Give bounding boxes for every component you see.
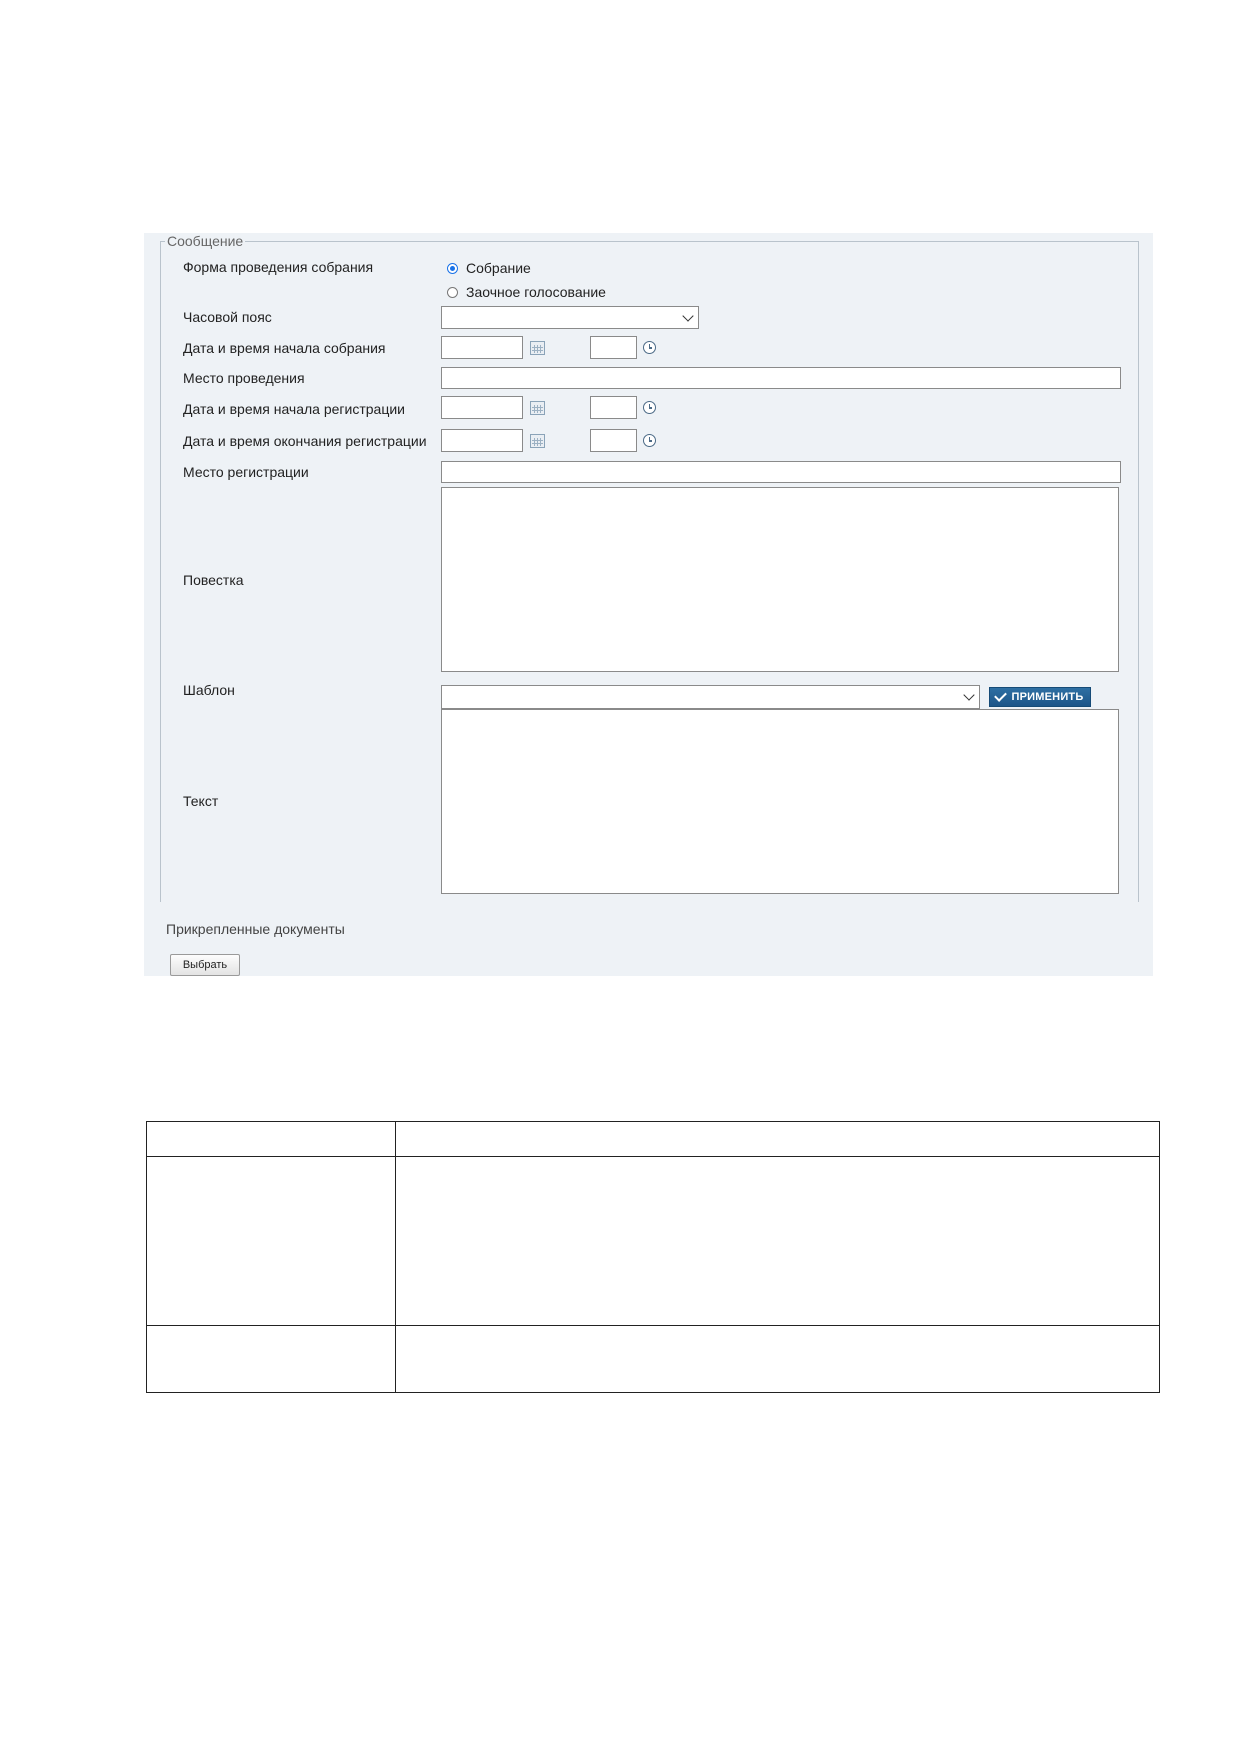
meeting-start-time-input[interactable] xyxy=(590,336,637,359)
attachments-label: Прикрепленные документы xyxy=(166,921,345,937)
chevron-down-icon xyxy=(963,689,975,701)
agenda-textarea[interactable] xyxy=(441,487,1119,672)
radio-absentee-label: Заочное голосование xyxy=(466,284,606,300)
reg-end-label: Дата и время окончания регистрации xyxy=(183,433,427,449)
venue-input[interactable] xyxy=(441,367,1121,389)
reg-place-input[interactable] xyxy=(441,461,1121,483)
meeting-start-date-input[interactable] xyxy=(441,336,523,359)
radio-absentee-button[interactable] xyxy=(447,286,458,298)
template-label: Шаблон xyxy=(183,682,235,698)
table-row xyxy=(146,1325,1160,1393)
radio-absentee[interactable]: Заочное голосование xyxy=(447,284,606,300)
table-row xyxy=(146,1121,1160,1157)
reg-end-date-input[interactable] xyxy=(441,429,523,452)
radio-meeting[interactable]: Собрание xyxy=(447,260,531,276)
fieldset-legend: Сообщение xyxy=(165,233,246,249)
radio-meeting-button[interactable] xyxy=(447,262,458,274)
calendar-icon[interactable] xyxy=(530,434,545,448)
chevron-down-icon xyxy=(682,309,694,322)
reg-start-time-input[interactable] xyxy=(590,396,637,419)
clock-icon[interactable] xyxy=(643,341,656,354)
template-select[interactable] xyxy=(441,685,980,709)
timezone-select[interactable] xyxy=(441,306,699,329)
table-cell xyxy=(395,1121,1160,1157)
checkmark-icon xyxy=(993,688,1007,702)
calendar-icon[interactable] xyxy=(530,341,545,355)
table-cell xyxy=(146,1156,396,1326)
timezone-label: Часовой пояс xyxy=(183,309,272,325)
radio-meeting-label: Собрание xyxy=(466,260,531,276)
clock-icon[interactable] xyxy=(643,434,656,447)
apply-button[interactable]: ПРИМЕНИТЬ xyxy=(989,687,1091,707)
reg-end-time-input[interactable] xyxy=(590,429,637,452)
empty-table xyxy=(146,1121,1160,1393)
agenda-label: Повестка xyxy=(183,572,244,588)
venue-label: Место проведения xyxy=(183,370,305,386)
table-cell xyxy=(395,1156,1160,1326)
choose-file-button[interactable]: Выбрать xyxy=(170,954,240,976)
table-cell xyxy=(395,1325,1160,1393)
table-cell xyxy=(146,1325,396,1393)
apply-button-label: ПРИМЕНИТЬ xyxy=(1011,691,1084,703)
meeting-start-label: Дата и время начала собрания xyxy=(183,340,386,356)
text-textarea[interactable] xyxy=(441,709,1119,894)
reg-start-label: Дата и время начала регистрации xyxy=(183,401,405,417)
message-panel: Сообщение Форма проведения собрания Собр… xyxy=(144,233,1153,976)
reg-place-label: Место регистрации xyxy=(183,464,309,480)
calendar-icon[interactable] xyxy=(530,401,545,415)
table-row xyxy=(146,1156,1160,1326)
table-cell xyxy=(146,1121,396,1157)
reg-start-date-input[interactable] xyxy=(441,396,523,419)
text-label: Текст xyxy=(183,793,219,809)
meeting-form-label: Форма проведения собрания xyxy=(183,259,374,275)
clock-icon[interactable] xyxy=(643,401,656,414)
